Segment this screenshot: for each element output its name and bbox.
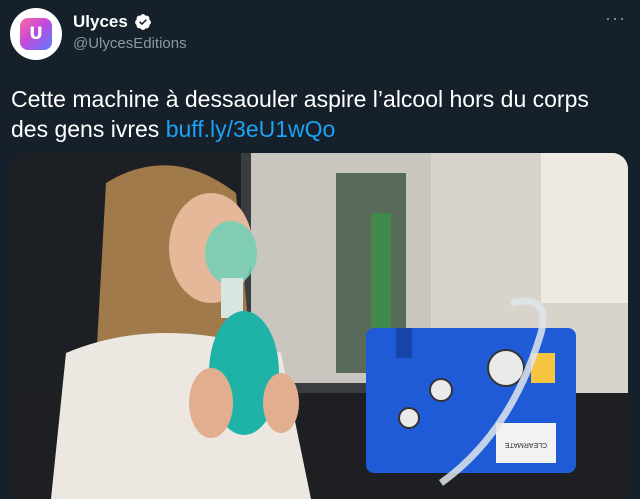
author-handle[interactable]: @UlycesEditions [73,35,187,52]
machine-brand-text: CLEARMATE [505,441,548,448]
gauge-small-1 [429,378,453,402]
avatar[interactable]: U [10,8,62,60]
tweet-link[interactable]: buff.ly/3eU1wQo [166,116,336,142]
author-name-row[interactable]: Ulyces [73,12,152,32]
window-light [541,153,628,303]
gauge-small-2 [398,407,420,429]
avatar-letter: U [29,24,43,44]
left-hand [189,368,233,438]
mask [205,221,257,285]
right-hand [263,373,299,433]
tweet-media-photo[interactable]: CLEARMATE [11,153,628,499]
author-name[interactable]: Ulyces [73,12,128,32]
more-options-icon[interactable]: ··· [605,8,626,29]
tweet-text: Cette machine à dessaouler aspire l’alco… [11,84,611,144]
gauge-main [487,349,525,387]
ulyces-logo: U [20,18,52,50]
verified-badge-icon [134,14,151,30]
photo-illustration: CLEARMATE [11,153,628,499]
